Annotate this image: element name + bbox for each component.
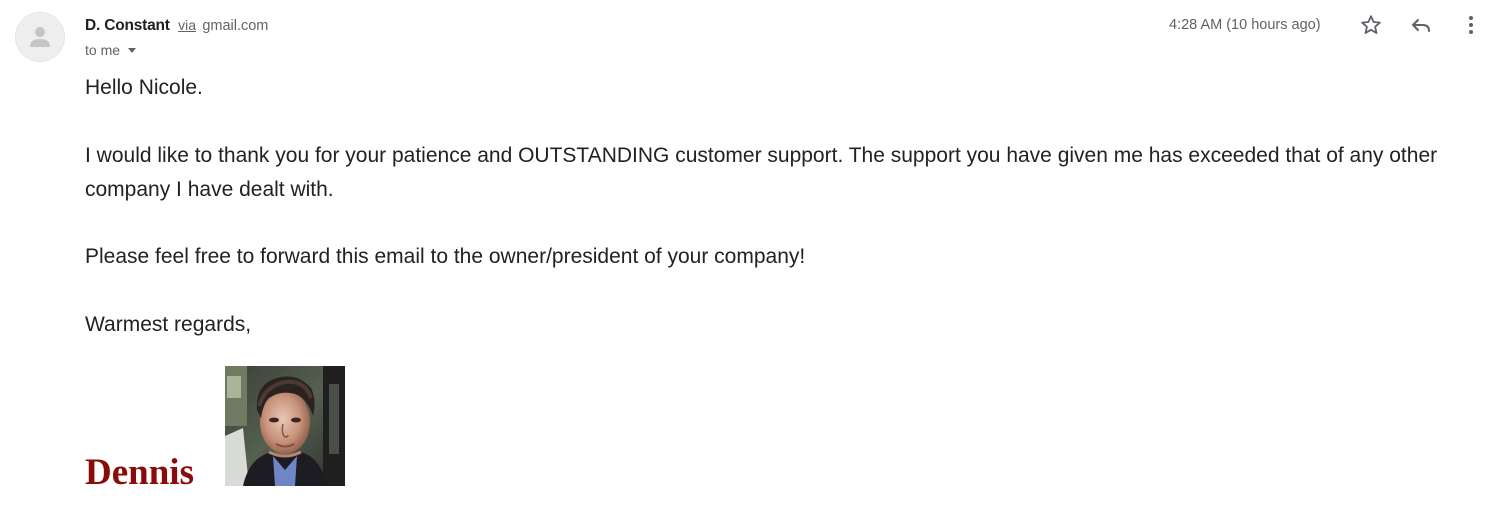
email-closing: Warmest regards, <box>85 313 252 336</box>
message-timestamp: 4:28 AM (10 hours ago) <box>1169 17 1321 33</box>
email-paragraph: I would like to thank you for your patie… <box>85 144 1438 201</box>
recipient-details-toggle[interactable]: to me <box>85 40 137 60</box>
sender-name[interactable]: D. Constant <box>85 17 170 34</box>
via-link[interactable]: via <box>178 17 196 33</box>
signature-portrait-photo <box>225 366 345 486</box>
default-avatar-icon <box>16 13 64 61</box>
more-options-button[interactable] <box>1458 12 1484 38</box>
email-message: D. Constant via gmail.com to me 4:28 AM … <box>0 0 1497 519</box>
email-paragraph: Please feel free to forward this email t… <box>85 245 806 268</box>
recipient-label: to me <box>85 42 121 58</box>
reply-button[interactable] <box>1408 12 1434 38</box>
star-button[interactable] <box>1358 12 1384 38</box>
more-vertical-icon <box>1469 16 1473 34</box>
sender-avatar[interactable] <box>15 12 65 62</box>
star-outline-icon <box>1361 15 1381 34</box>
sender-line: D. Constant via gmail.com <box>85 15 268 36</box>
caret-down-icon[interactable] <box>128 48 137 53</box>
sender-domain: gmail.com <box>202 18 269 34</box>
email-greeting: Hello Nicole. <box>85 76 203 99</box>
signature-name: Dennis <box>85 452 194 493</box>
reply-icon <box>1412 19 1430 32</box>
